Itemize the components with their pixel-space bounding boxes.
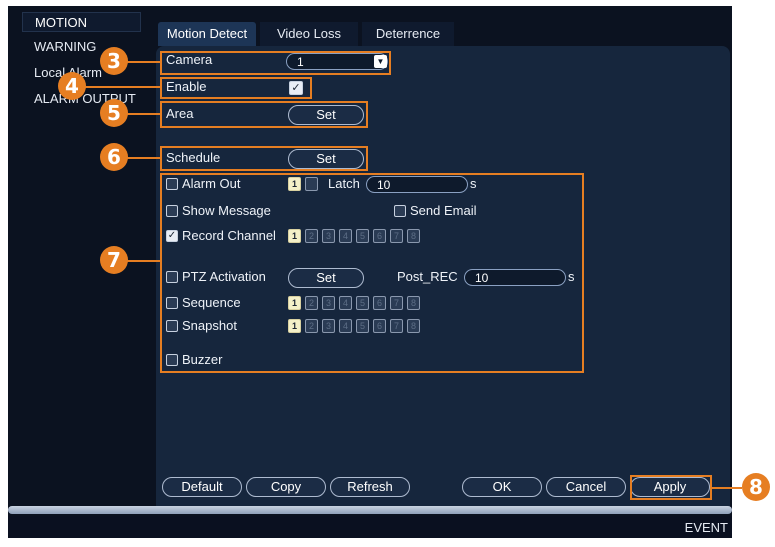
status-bar-label: EVENT [684,520,728,535]
callout-box-area [160,101,368,128]
callout-marker-8: 8 [742,473,770,501]
callout-marker-3: 3 [100,47,128,75]
scroll-track[interactable] [8,506,732,514]
tab-deterrence[interactable]: Deterrence [362,22,454,46]
callout-marker-6: 6 [100,143,128,171]
connector-3 [126,61,160,63]
tab-video-loss[interactable]: Video Loss [260,22,358,46]
tab-motion-detect[interactable]: Motion Detect [158,22,256,46]
default-button[interactable]: Default [162,477,242,497]
connector-4 [84,86,160,88]
cancel-button[interactable]: Cancel [546,477,626,497]
callout-box-enable [160,77,312,99]
callout-marker-5: 5 [100,99,128,127]
callout-box-apply [630,475,712,500]
callout-marker-4: 4 [58,72,86,100]
status-bar: EVENT [8,516,732,538]
connector-6 [126,157,160,159]
connector-8 [712,487,742,489]
callout-box-schedule [160,146,368,171]
refresh-button[interactable]: Refresh [330,477,410,497]
ok-button[interactable]: OK [462,477,542,497]
sidebar-item-motion[interactable]: MOTION [22,12,141,32]
connector-5 [126,113,160,115]
copy-button[interactable]: Copy [246,477,326,497]
callout-box-options [160,173,584,373]
connector-7 [126,260,160,262]
callout-box-camera [160,51,391,75]
callout-marker-7: 7 [100,246,128,274]
